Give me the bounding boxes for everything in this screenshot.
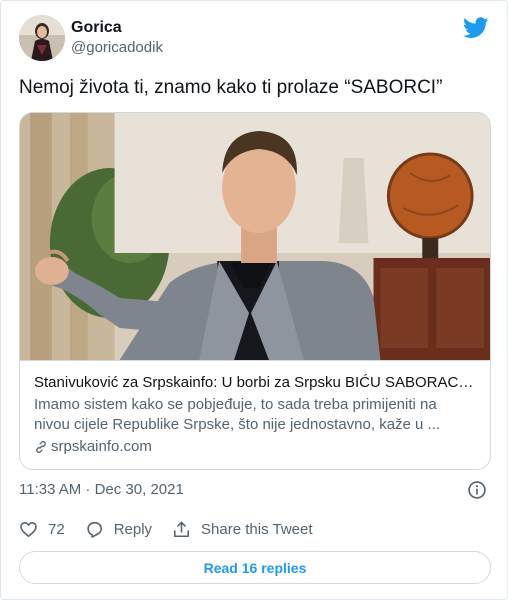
handle[interactable]: @goricadodik bbox=[71, 38, 163, 58]
heart-icon bbox=[20, 521, 37, 538]
link-preview-body: Stanivuković za Srpskainfo: U borbi za S… bbox=[20, 360, 490, 457]
display-name[interactable]: Gorica bbox=[71, 18, 163, 38]
share-button[interactable]: Share this Tweet bbox=[172, 520, 313, 539]
share-label: Share this Tweet bbox=[201, 521, 313, 538]
link-domain: srpskainfo.com bbox=[51, 438, 152, 455]
link-icon bbox=[36, 440, 46, 454]
tweet-timestamp[interactable]: 11:33 AM · Dec 30, 2021 bbox=[19, 480, 184, 500]
tweet-actions: 72 Reply Share this Tweet bbox=[19, 520, 333, 539]
twitter-bird-icon[interactable] bbox=[463, 17, 489, 39]
author-names: Gorica @goricadodik bbox=[71, 18, 163, 58]
avatar[interactable] bbox=[19, 15, 65, 61]
link-domain-row[interactable]: srpskainfo.com bbox=[34, 437, 476, 457]
info-icon[interactable] bbox=[467, 480, 487, 500]
tweet-embed: Gorica @goricadodik Nemoj života ti, zna… bbox=[0, 0, 508, 600]
tweet-header: Gorica @goricadodik bbox=[19, 15, 163, 61]
link-description: Imamo sistem kako se pobjeđuje, to sada … bbox=[34, 396, 441, 433]
link-preview-card[interactable]: Stanivuković za Srpskainfo: U borbi za S… bbox=[19, 112, 491, 470]
reply-button[interactable]: Reply bbox=[85, 520, 152, 539]
reply-label: Reply bbox=[113, 521, 153, 538]
like-count: 72 bbox=[48, 521, 65, 538]
reply-icon bbox=[87, 521, 102, 538]
link-title[interactable]: Stanivuković za Srpskainfo: U borbi za S… bbox=[34, 373, 476, 393]
link-preview-image[interactable] bbox=[20, 113, 490, 360]
tweet-text: Nemoj života ti, znamo kako ti prolaze “… bbox=[19, 77, 443, 98]
read-replies-button[interactable]: Read 16 replies bbox=[19, 551, 491, 584]
like-button[interactable]: 72 bbox=[19, 520, 65, 539]
share-icon bbox=[174, 521, 190, 538]
